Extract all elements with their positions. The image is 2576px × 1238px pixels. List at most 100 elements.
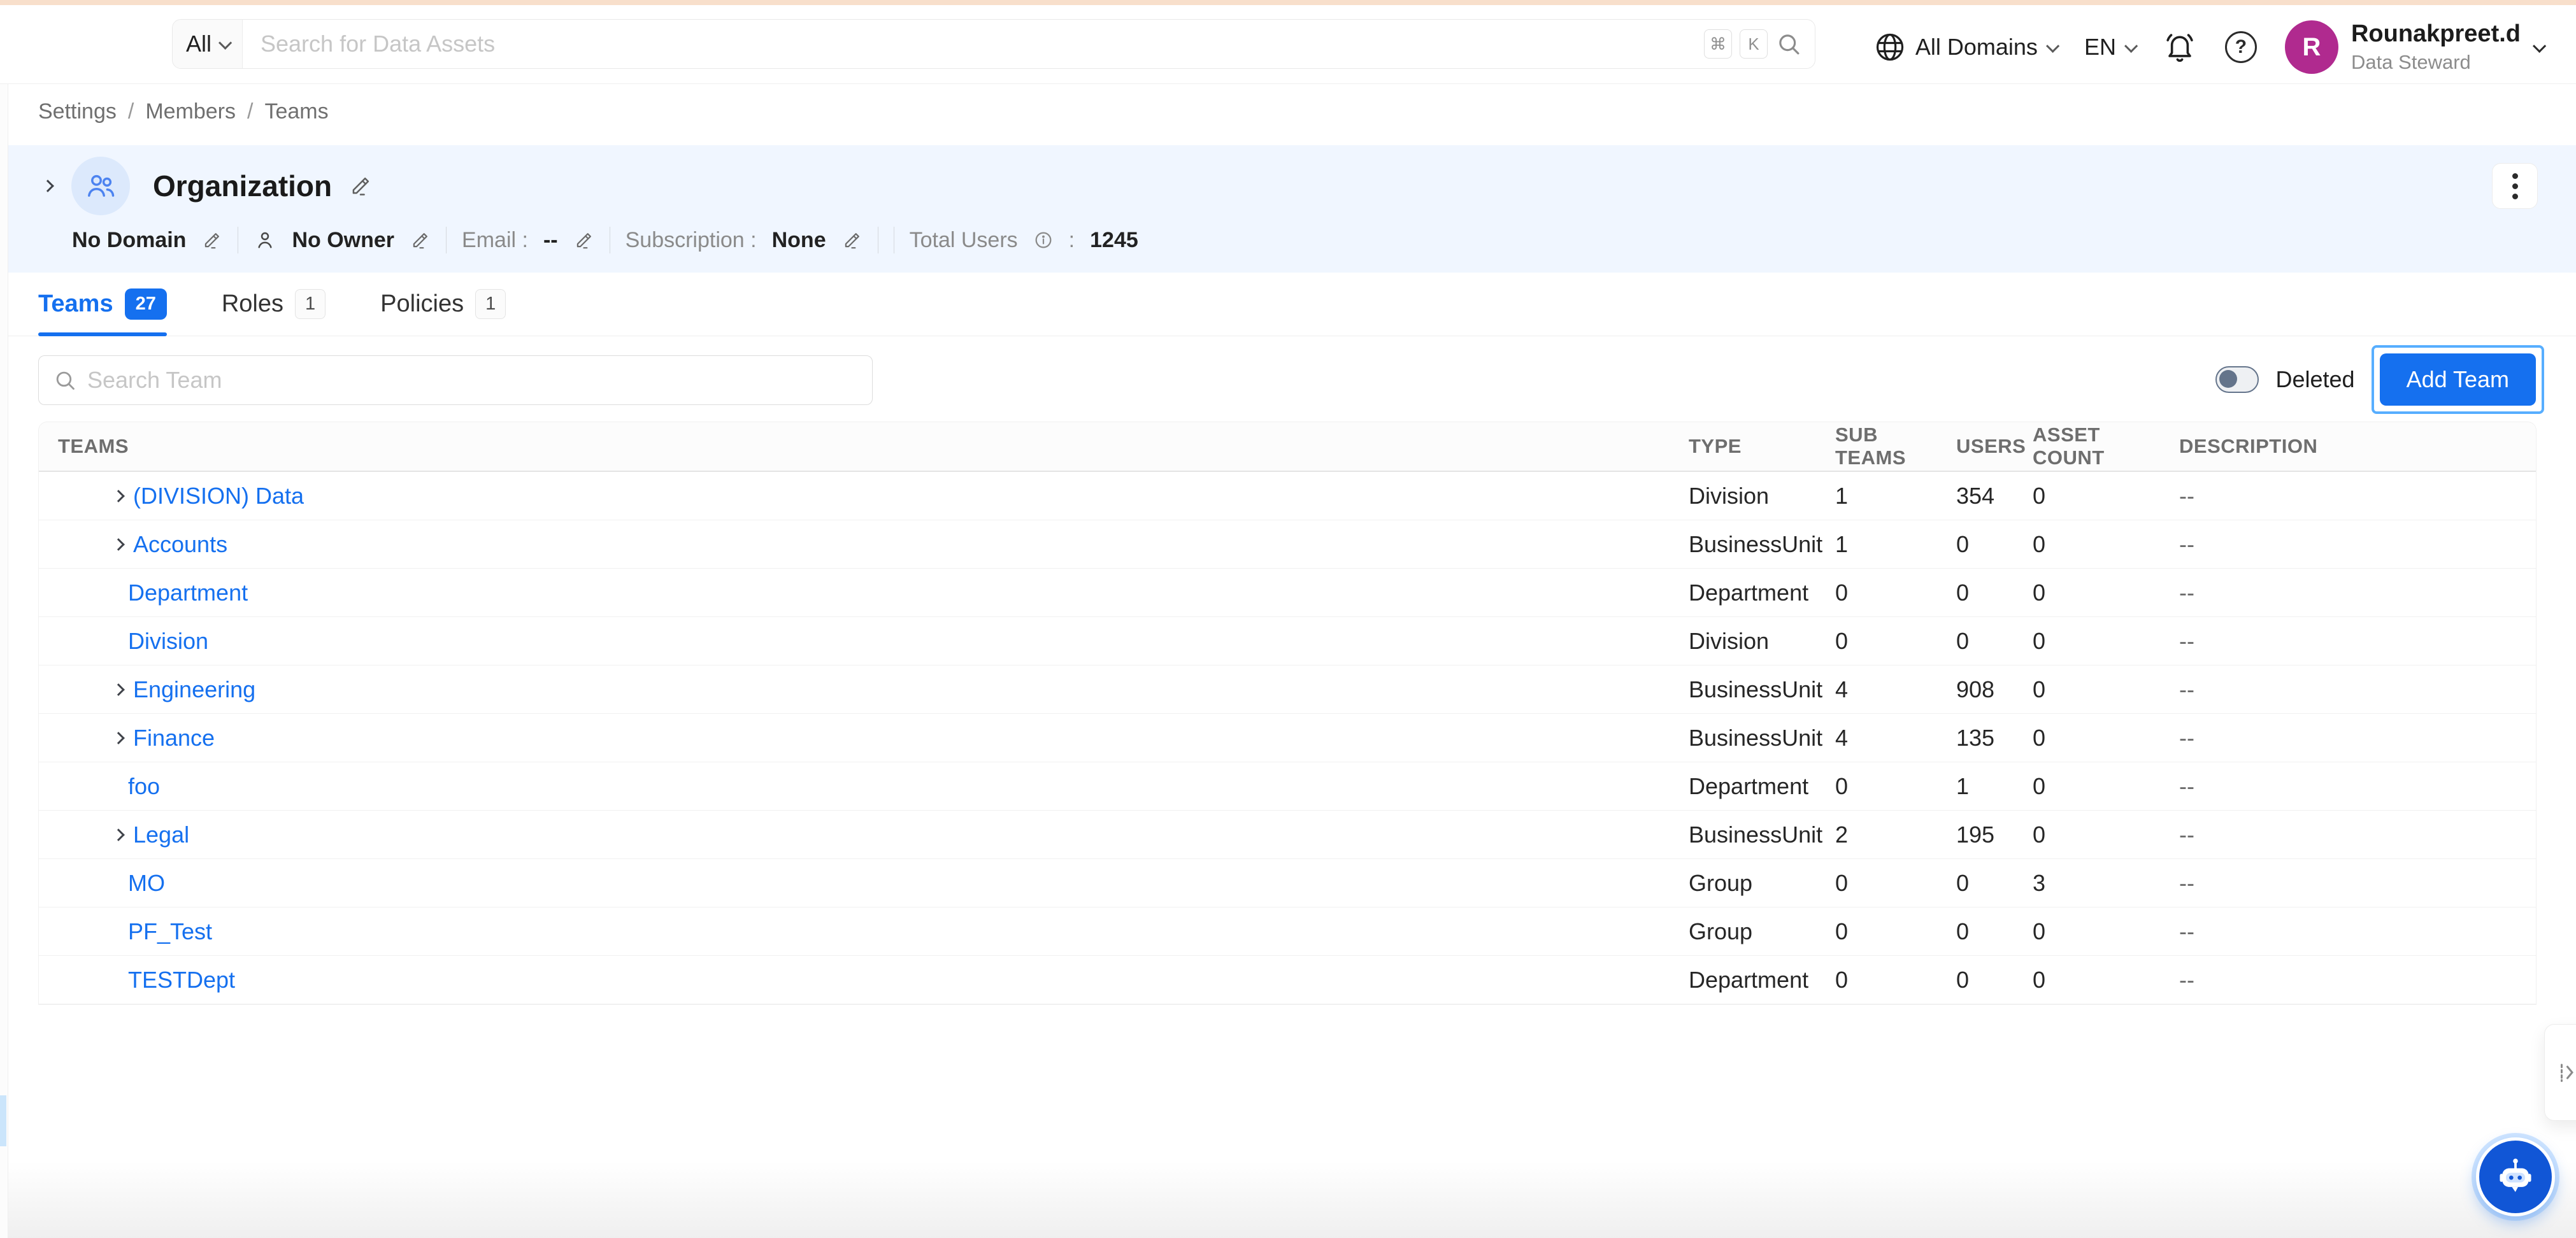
edit-domain-button[interactable] [201, 230, 222, 251]
tab-teams[interactable]: Teams 27 [38, 273, 167, 336]
global-search-bar: All ⌘ K [172, 19, 1815, 69]
avatar: R [2284, 20, 2338, 74]
globe-icon [1876, 33, 1903, 61]
user-menu[interactable]: R Rounakpreet.d Data Steward [2284, 20, 2547, 74]
table-row: MO Group 0 0 3 -- [39, 859, 2536, 907]
team-description: -- [2179, 821, 2194, 848]
row-expand-chevron-icon[interactable] [112, 537, 125, 551]
table-row: Legal BusinessUnit 2 195 0 -- [39, 811, 2536, 859]
row-expand-chevron-icon[interactable] [112, 683, 125, 696]
row-expand-chevron-icon[interactable] [112, 828, 125, 841]
team-search-box [38, 355, 873, 405]
notifications-button[interactable] [2163, 30, 2197, 64]
help-button[interactable]: ? [2224, 31, 2257, 63]
page-title: Organization [153, 169, 333, 203]
team-name-link[interactable]: Engineering [133, 676, 255, 703]
team-name-link[interactable]: TESTDept [128, 967, 235, 993]
team-type: Group [1689, 869, 1753, 896]
team-description: -- [2179, 530, 2194, 557]
team-name-link[interactable]: MO [128, 870, 165, 897]
team-asset-count: 0 [2033, 724, 2046, 751]
rail-highlight [0, 1095, 6, 1146]
breadcrumb-members[interactable]: Members [145, 99, 236, 124]
org-domain: No Domain [72, 227, 187, 252]
team-name-link[interactable]: Department [128, 580, 248, 606]
team-asset-count: 0 [2033, 918, 2046, 944]
team-asset-count: 0 [2033, 772, 2046, 799]
pencil-icon [205, 232, 220, 248]
team-subteams-count: 1 [1835, 530, 1849, 557]
add-team-button[interactable]: Add Team [2379, 353, 2536, 406]
team-name-link[interactable]: Legal [133, 822, 189, 848]
team-asset-count: 0 [2033, 966, 2046, 993]
top-accent-strip [0, 0, 2576, 5]
table-row: Division Division 0 0 0 -- [39, 617, 2536, 665]
table-row: Accounts BusinessUnit 1 0 0 -- [39, 520, 2536, 569]
total-users-value: 1245 [1090, 227, 1138, 252]
pencil-icon [413, 232, 427, 248]
team-subteams-count: 2 [1835, 821, 1849, 848]
deleted-toggle[interactable] [2215, 366, 2259, 393]
email-value: -- [543, 227, 558, 252]
team-type: Division [1689, 627, 1770, 654]
team-asset-count: 0 [2033, 627, 2046, 654]
row-expand-chevron-icon[interactable] [112, 731, 125, 744]
team-asset-count: 0 [2033, 579, 2046, 606]
team-subteams-count: 0 [1835, 869, 1849, 896]
tab-count-badge: 1 [475, 289, 506, 319]
team-name-link[interactable]: Finance [133, 725, 215, 751]
robot-icon [2500, 1158, 2531, 1192]
language-dropdown[interactable]: EN [2084, 34, 2138, 60]
col-header-teams: TEAMS [58, 435, 129, 457]
team-description: -- [2179, 966, 2194, 993]
search-scope-value: All [185, 31, 211, 57]
collapsed-side-widget[interactable] [2544, 1024, 2576, 1121]
team-name-link[interactable]: Division [128, 628, 208, 655]
chatbot-button[interactable] [2476, 1137, 2555, 1216]
col-header-description: DESCRIPTION [2179, 435, 2318, 457]
row-expand-chevron-icon[interactable] [112, 489, 125, 502]
team-name-link[interactable]: foo [128, 773, 160, 800]
team-name-link[interactable]: Accounts [133, 531, 227, 558]
team-subteams-count: 4 [1835, 676, 1849, 702]
edit-owner-button[interactable] [410, 230, 431, 251]
tab-roles[interactable]: Roles 1 [222, 273, 326, 336]
search-icon [1779, 34, 1800, 55]
team-users-count: 0 [1956, 627, 1970, 654]
user-name: Rounakpreet.d [2351, 20, 2521, 48]
team-search-input[interactable] [87, 367, 872, 394]
team-subteams-count: 4 [1835, 724, 1849, 751]
global-search-input[interactable] [243, 20, 1704, 68]
table-row: Finance BusinessUnit 4 135 0 -- [39, 714, 2536, 762]
col-header-users: USERS [1956, 435, 2026, 457]
deleted-toggle-label: Deleted [2275, 366, 2355, 392]
organization-panel: Organization No Domain No Owner Email: … [8, 145, 2576, 273]
chevron-down-icon [2124, 39, 2138, 53]
tab-label: Policies [380, 290, 464, 317]
team-subteams-count: 0 [1835, 772, 1849, 799]
team-subteams-count: 0 [1835, 627, 1849, 654]
table-row: PF_Test Group 0 0 0 -- [39, 907, 2536, 956]
team-description: -- [2179, 918, 2194, 944]
edit-org-name-button[interactable] [348, 174, 373, 198]
team-name-link[interactable]: PF_Test [128, 918, 212, 945]
edit-email-button[interactable] [573, 230, 594, 251]
breadcrumb-separator: / [127, 99, 134, 124]
team-subteams-count: 1 [1835, 482, 1849, 509]
team-users-count: 1 [1956, 772, 1970, 799]
domains-dropdown[interactable]: All Domains [1873, 31, 2060, 64]
edit-subscription-button[interactable] [841, 230, 862, 251]
breadcrumb-settings[interactable]: Settings [38, 99, 117, 124]
team-description: -- [2179, 676, 2194, 702]
tab-policies[interactable]: Policies 1 [380, 273, 506, 336]
org-more-actions-button[interactable] [2492, 163, 2538, 209]
search-scope-selector[interactable]: All [173, 20, 243, 68]
org-expand-button[interactable] [41, 180, 54, 192]
tab-label: Roles [221, 290, 284, 317]
collapsed-left-rail [0, 5, 8, 1238]
k-key-icon: K [1740, 29, 1768, 59]
teams-toolbar: Deleted Add Team [8, 336, 2576, 422]
team-people-icon [88, 174, 115, 197]
team-name-link[interactable]: (DIVISION) Data [133, 483, 304, 509]
team-users-count: 0 [1956, 918, 1970, 944]
